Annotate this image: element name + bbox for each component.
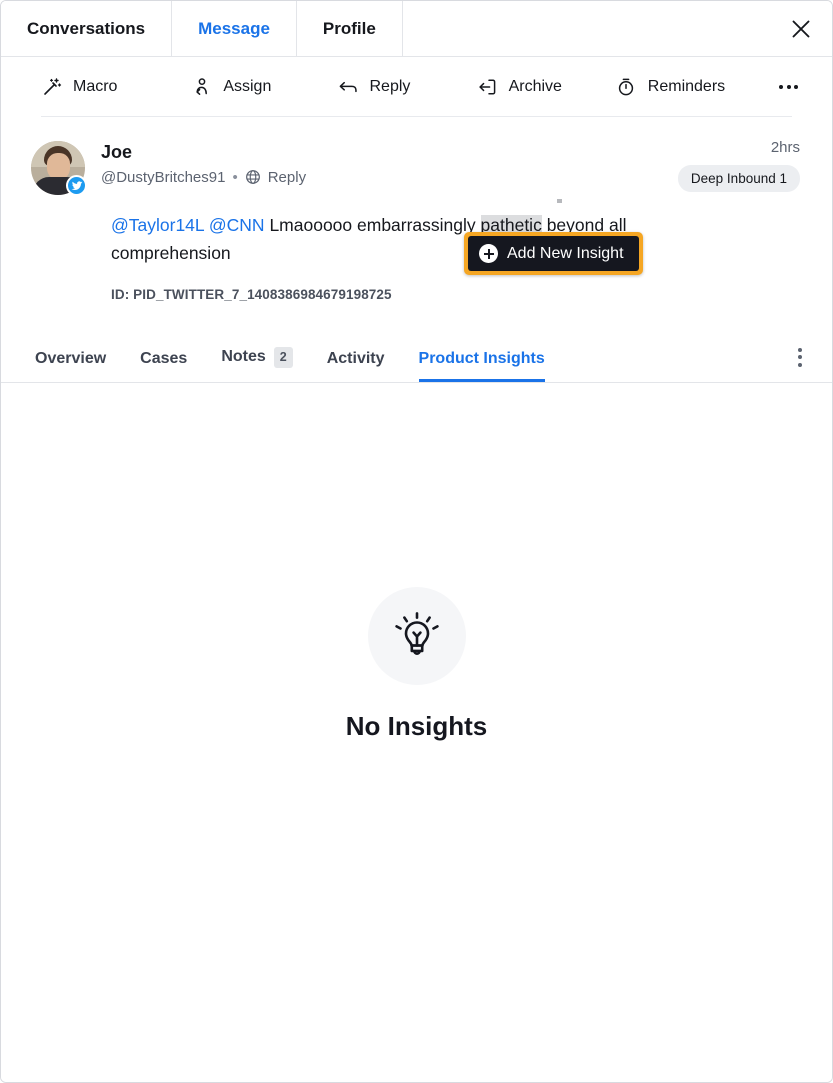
more-dot [779,84,783,89]
tab-product-insights-label: Product Insights [418,349,545,367]
assign-button[interactable]: Assign [191,76,271,97]
product-insights-panel: No Insights [1,382,832,1082]
top-tab-bar: Conversations Message Profile [1,1,832,57]
meta-separator: • [232,168,238,186]
mention-link-1[interactable]: @Taylor14L [111,215,204,235]
tab-notes-label: Notes [221,348,266,366]
reply-label: Reply [369,77,411,95]
tab-cases[interactable]: Cases [140,350,187,382]
notes-count-badge: 2 [273,347,293,368]
tab-activity-label: Activity [326,349,385,367]
archive-label: Archive [508,77,562,95]
sender-name: Joe [101,142,133,162]
close-button[interactable] [770,1,832,56]
reply-arrow-icon [338,76,359,97]
macro-label: Macro [73,77,118,95]
kebab-dot [798,362,802,367]
tab-message[interactable]: Message [172,1,297,56]
archive-button[interactable]: Archive [477,76,562,97]
top-tab-filler [402,1,770,56]
tab-overview[interactable]: Overview [35,350,106,382]
empty-state-title: No Insights [345,711,488,742]
kebab-dot [798,347,802,352]
assign-label: Assign [223,77,272,95]
twitter-icon [66,175,87,196]
magic-wand-icon [41,76,62,97]
tab-notes[interactable]: Notes 2 [221,347,293,382]
tab-activity[interactable]: Activity [327,350,385,382]
mention-link-2[interactable]: @CNN [209,215,265,235]
assign-person-icon [191,76,212,97]
channel-label: Reply [267,168,307,186]
more-dot [786,84,791,89]
sender-meta: @DustyBritches91 • Reply [101,168,306,188]
sender-handle[interactable]: @DustyBritches91 [101,168,225,188]
selection-caret-marker [557,199,562,203]
close-icon [790,18,812,40]
message-id-label: ID: [111,286,130,302]
message-block: Joe @DustyBritches91 • Reply 2hrs Deep I… [1,117,832,302]
more-horizontal-icon[interactable] [779,84,798,89]
message-id-value: PID_TWITTER_7_1408386984679198725 [133,286,392,302]
tab-conversations-label: Conversations [27,18,146,38]
kebab-menu-icon[interactable] [798,347,802,382]
tab-profile-label: Profile [322,18,376,38]
action-toolbar: Macro Assign Reply Archive Reminders [1,57,832,116]
status-badge[interactable]: Deep Inbound 1 [677,165,800,192]
tab-message-label: Message [198,18,270,38]
tab-conversations[interactable]: Conversations [1,1,173,56]
lightbulb-icon [388,605,446,668]
add-new-insight-label: Add New Insight [507,244,624,262]
add-insight-popover: Add New Insight [464,232,643,275]
detail-tab-bar: Overview Cases Notes 2 Activity Product … [1,331,832,383]
message-window: Conversations Message Profile Macro Assi… [0,0,833,1083]
kebab-dot [798,355,802,360]
archive-box-icon [477,76,498,97]
tab-product-insights[interactable]: Product Insights [418,349,545,382]
globe-icon [245,169,261,185]
add-new-insight-button[interactable]: Add New Insight [468,236,639,271]
sender-info: Joe @DustyBritches91 • Reply [101,139,306,187]
reply-button[interactable]: Reply [338,76,411,97]
reminders-button[interactable]: Reminders [616,76,725,97]
macro-button[interactable]: Macro [41,76,117,97]
more-dot [794,84,798,89]
message-id: ID: PID_TWITTER_7_1408386984679198725 [111,287,800,302]
tab-profile[interactable]: Profile [296,1,403,56]
reminders-label: Reminders [647,77,726,95]
plus-circle-icon [479,244,498,263]
message-text-before: Lmaooooo embarrassingly [269,215,481,235]
tab-overview-label: Overview [35,349,107,367]
tab-cases-label: Cases [140,349,188,367]
message-meta-right: 2hrs Deep Inbound 1 [677,139,800,192]
avatar[interactable] [31,141,87,196]
message-timestamp: 2hrs [770,139,800,156]
empty-state-icon-circle [367,587,466,686]
stopwatch-icon [616,76,637,97]
